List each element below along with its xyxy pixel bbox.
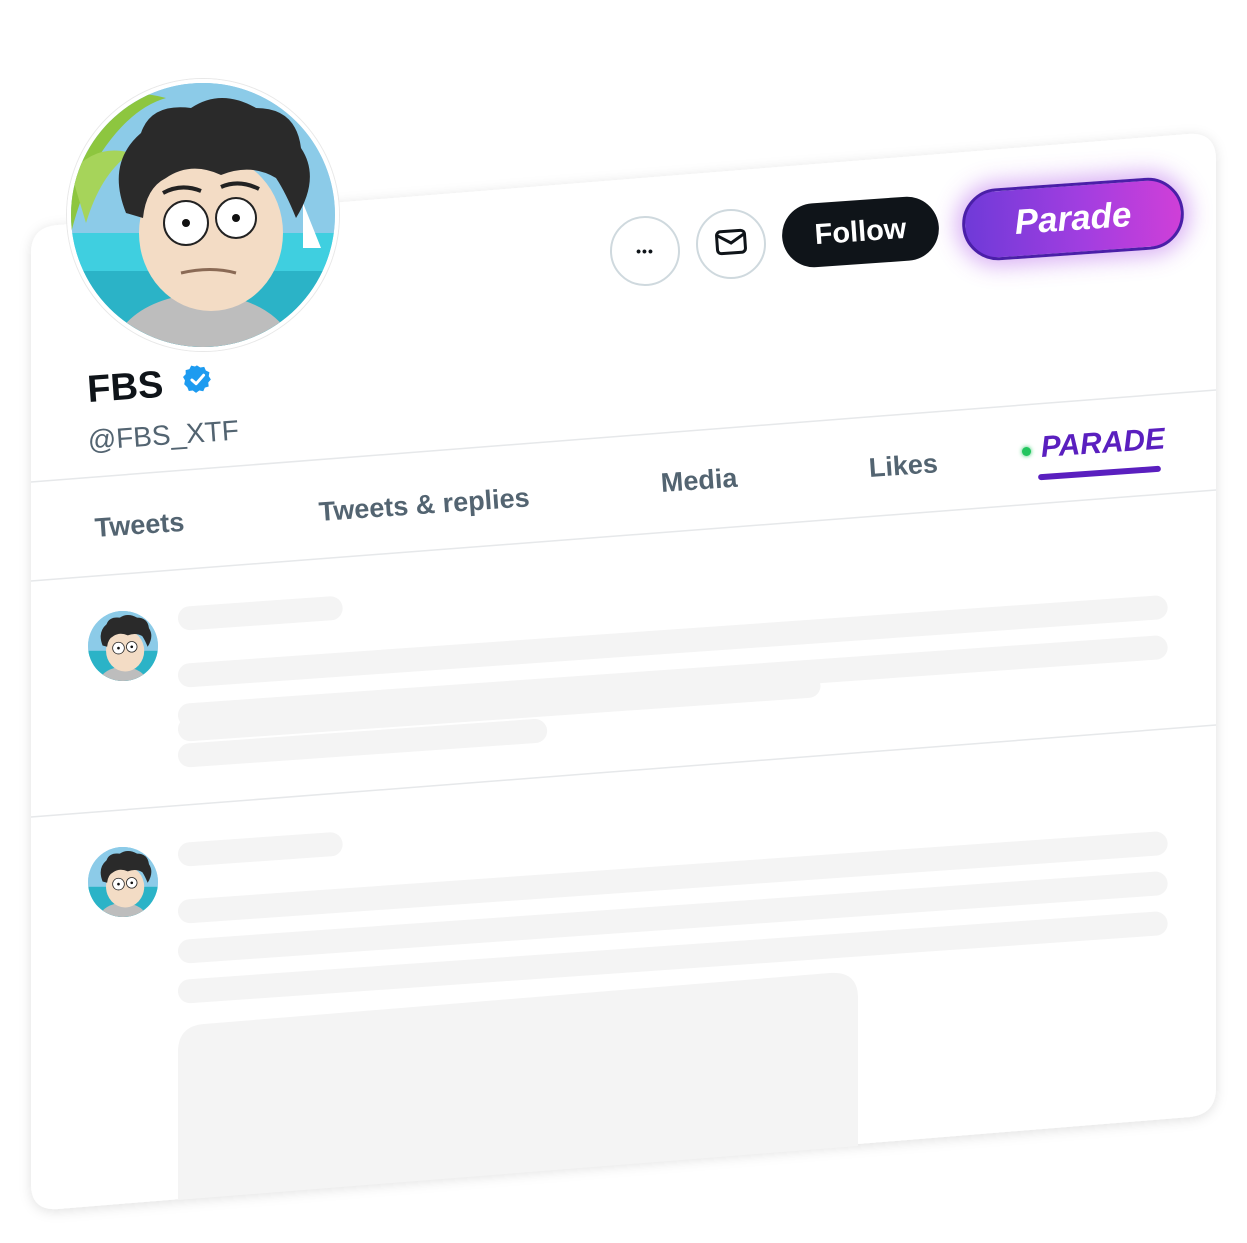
more-icon: ••• <box>636 243 654 259</box>
follow-button[interactable]: Follow <box>779 194 942 270</box>
tweet-avatar[interactable] <box>88 847 158 917</box>
mail-icon <box>714 227 748 262</box>
message-button[interactable] <box>696 209 766 279</box>
tab-media[interactable]: Media <box>660 463 739 499</box>
tab-tweets[interactable]: Tweets <box>94 507 185 544</box>
live-dot-icon <box>1022 447 1031 456</box>
tab-likes[interactable]: Likes <box>868 448 939 484</box>
profile-avatar[interactable] <box>67 79 339 351</box>
profile-name-text: FBS <box>85 363 165 412</box>
more-button[interactable]: ••• <box>610 216 680 286</box>
verified-badge-icon <box>180 362 215 407</box>
profile-name: FBS <box>86 360 215 413</box>
tweet-avatar[interactable] <box>88 611 158 681</box>
